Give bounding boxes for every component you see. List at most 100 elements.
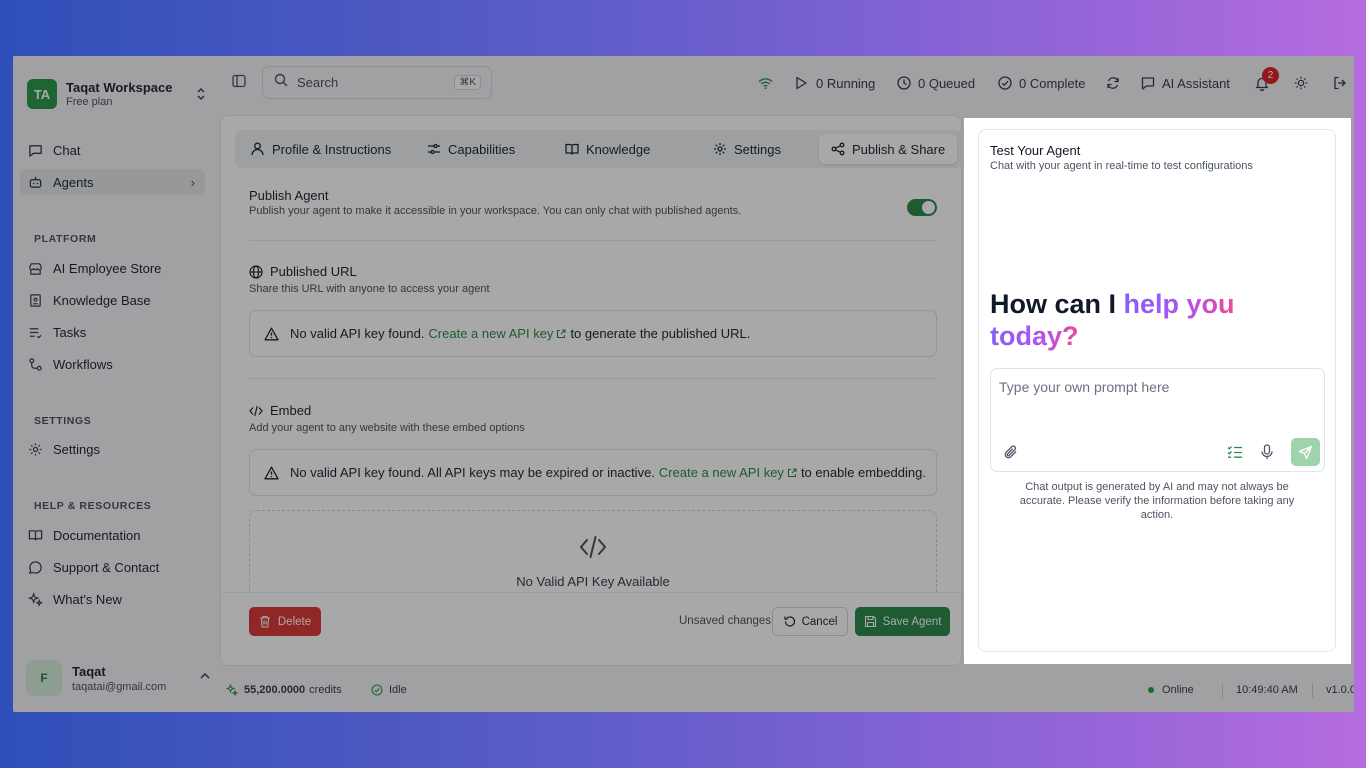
- globe-icon: [249, 264, 263, 279]
- clock-icon: [897, 76, 912, 91]
- complete-count[interactable]: 0 Complete: [998, 74, 1085, 92]
- undo-icon: [783, 615, 796, 628]
- test-agent-panel: Test Your Agent Chat with your agent in …: [964, 118, 1351, 664]
- embed-desc: Add your agent to any website with these…: [249, 422, 525, 434]
- wifi-icon: [758, 76, 773, 91]
- tab-label: Knowledge: [586, 141, 651, 157]
- workspace-name: Taqat Workspace: [66, 80, 173, 95]
- publish-agent-row: Publish Agent Publish your agent to make…: [249, 184, 937, 240]
- send-button[interactable]: [1291, 438, 1320, 466]
- search-placeholder: Search: [297, 75, 339, 90]
- sidebar-item-workflows[interactable]: Workflows: [20, 351, 205, 377]
- workspace-switcher[interactable]: TA Taqat Workspace Free plan: [27, 78, 207, 110]
- tasks-icon: [27, 324, 43, 340]
- warning-icon: [264, 465, 280, 481]
- paperclip-icon[interactable]: [1002, 443, 1020, 461]
- check-circle-icon: [371, 684, 383, 696]
- sidebar-item-ai-employee-store[interactable]: AI Employee Store: [20, 255, 205, 281]
- message-square-icon: [1141, 76, 1156, 91]
- online-label: Online: [1162, 684, 1194, 696]
- tab-knowledge[interactable]: Knowledge: [565, 134, 695, 164]
- refresh-icon: [1106, 76, 1121, 91]
- cancel-button[interactable]: Cancel: [772, 607, 848, 636]
- queued-label: 0 Queued: [918, 75, 976, 91]
- chat-icon: [27, 142, 43, 158]
- code-icon: [249, 404, 263, 418]
- agent-editor-panel: Profile & Instructions Capabilities Know…: [220, 115, 962, 666]
- chevron-up-icon: [199, 669, 211, 687]
- sparkles-icon: [226, 684, 238, 696]
- user-menu[interactable]: F Taqat taqatai@gmail.com: [26, 660, 211, 696]
- refresh-button[interactable]: [1106, 74, 1127, 92]
- prompt-input[interactable]: Type your own prompt here: [990, 368, 1325, 472]
- status-bar: 55,200.0000 credits Idle Online 10:49:40…: [218, 680, 1354, 702]
- test-agent-card: Test Your Agent Chat with your agent in …: [978, 129, 1336, 652]
- state-indicator: Idle: [371, 684, 407, 696]
- user-icon: [251, 142, 265, 156]
- sidebar-item-label: Tasks: [53, 324, 87, 340]
- save-agent-button[interactable]: Save Agent: [855, 607, 950, 636]
- sidebar-item-label: Agents: [53, 174, 94, 190]
- checklist-icon[interactable]: [1226, 443, 1244, 461]
- section-title-settings: SETTINGS: [34, 415, 92, 427]
- section-title-platform: PLATFORM: [34, 233, 97, 245]
- logout-icon: [1333, 76, 1348, 91]
- tab-capabilities[interactable]: Capabilities: [427, 134, 547, 164]
- play-icon: [795, 76, 810, 91]
- tab-publish-share[interactable]: Publish & Share: [819, 134, 958, 164]
- section-title-help: HELP & RESOURCES: [34, 500, 152, 512]
- tab-label: Settings: [734, 141, 781, 157]
- gear-icon: [27, 441, 43, 457]
- sidebar-toggle-icon[interactable]: [232, 74, 248, 90]
- separator: [1222, 683, 1223, 698]
- ai-assistant-button[interactable]: AI Assistant: [1141, 74, 1230, 92]
- sidebar: TA Taqat Workspace Free plan Chat Agents…: [13, 56, 218, 712]
- queued-count[interactable]: 0 Queued: [897, 74, 975, 92]
- sidebar-item-tasks[interactable]: Tasks: [20, 319, 205, 345]
- sidebar-item-chat[interactable]: Chat: [20, 137, 205, 163]
- published-url-title: Published URL: [270, 264, 357, 279]
- user-email: taqatai@gmail.com: [72, 680, 167, 693]
- divider: [249, 378, 937, 379]
- search-input[interactable]: Search ⌘K: [262, 66, 492, 99]
- alert-text: No valid API key found.: [290, 326, 425, 341]
- theme-toggle-button[interactable]: [1294, 74, 1315, 92]
- tab-profile-instructions[interactable]: Profile & Instructions: [251, 134, 411, 164]
- sidebar-item-settings[interactable]: Settings: [20, 436, 205, 462]
- publish-desc: Publish your agent to make it accessible…: [249, 205, 742, 217]
- running-count[interactable]: 0 Running: [795, 74, 875, 92]
- book-open-icon: [27, 527, 43, 543]
- publish-title: Publish Agent: [249, 188, 329, 203]
- credits-value: 55,200.0000: [244, 684, 306, 696]
- create-api-key-link[interactable]: Create a new API key: [428, 326, 553, 341]
- delete-button[interactable]: Delete: [249, 607, 321, 636]
- cancel-label: Cancel: [801, 615, 838, 628]
- save-icon: [864, 615, 877, 628]
- separator: [1312, 683, 1313, 698]
- sidebar-item-documentation[interactable]: Documentation: [20, 522, 205, 548]
- workflow-icon: [27, 356, 43, 372]
- alert-text: to generate the published URL.: [570, 326, 751, 341]
- sidebar-item-label: Knowledge Base: [53, 292, 151, 308]
- alert-text: No valid API key found. All API keys may…: [290, 465, 655, 480]
- complete-label: 0 Complete: [1019, 75, 1086, 91]
- sidebar-item-knowledge-base[interactable]: Knowledge Base: [20, 287, 205, 313]
- user-name: Taqat: [72, 663, 106, 679]
- share-icon: [831, 142, 845, 156]
- publish-toggle[interactable]: [907, 199, 937, 216]
- sidebar-item-label: AI Employee Store: [53, 260, 162, 276]
- sidebar-item-label: What's New: [53, 591, 122, 607]
- sliders-icon: [427, 142, 441, 156]
- published-url-alert: No valid API key found. Create a new API…: [249, 310, 937, 357]
- sidebar-item-label: Support & Contact: [53, 559, 160, 575]
- sidebar-item-support[interactable]: Support & Contact: [20, 554, 205, 580]
- prompt-placeholder: Type your own prompt here: [999, 379, 1170, 395]
- sidebar-item-whats-new[interactable]: What's New: [20, 586, 205, 612]
- alert-text: to enable embedding.: [800, 465, 926, 480]
- hero-text-accent: today?: [990, 321, 1079, 351]
- tab-settings[interactable]: Settings: [713, 134, 813, 164]
- logout-button[interactable]: [1333, 74, 1354, 92]
- create-api-key-link[interactable]: Create a new API key: [659, 465, 784, 480]
- microphone-icon[interactable]: [1258, 443, 1276, 461]
- sidebar-item-agents[interactable]: Agents ›: [20, 169, 205, 195]
